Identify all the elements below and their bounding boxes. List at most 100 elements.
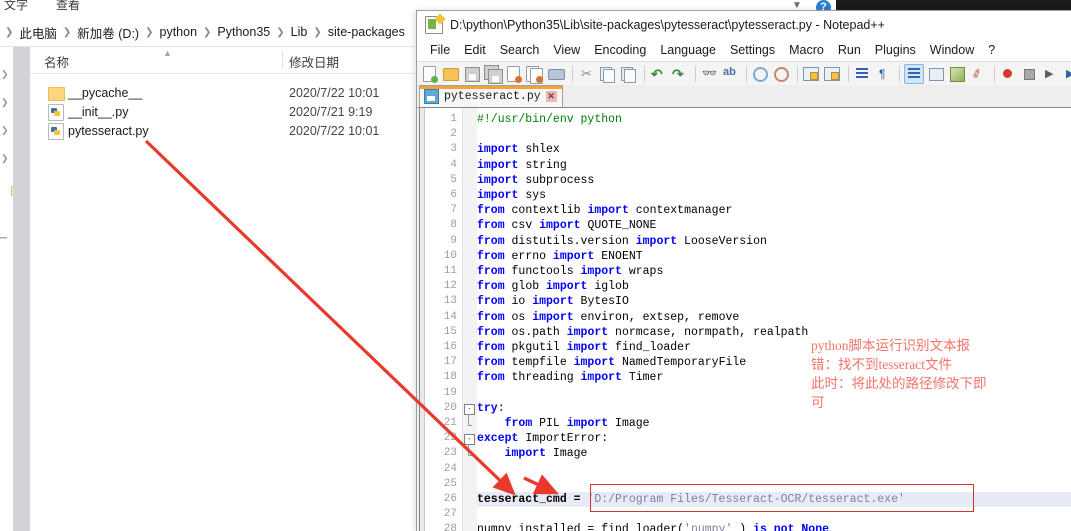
code-line[interactable]: from pkgutil import find_loader	[477, 340, 691, 355]
copy-icon[interactable]	[598, 65, 616, 83]
menu-window[interactable]: Window	[923, 42, 981, 58]
show-all-chars-icon[interactable]: ¶	[874, 65, 892, 83]
save-icon[interactable]	[463, 65, 481, 83]
table-row[interactable]: pytesseract.py 2020/7/22 10:01	[30, 121, 415, 140]
close-all-icon[interactable]	[526, 65, 544, 84]
save-all-icon[interactable]	[484, 65, 503, 84]
print-icon[interactable]	[547, 65, 565, 83]
title-bar[interactable]: D:\python\Python35\Lib\site-packages\pyt…	[417, 11, 1071, 39]
code-line[interactable]: numpy_installed = find_loader('numpy' ) …	[477, 522, 829, 531]
menu-bar[interactable]: File Edit Search View Encoding Language …	[417, 39, 1071, 61]
breadcrumb-python35[interactable]: Python35	[216, 25, 271, 39]
menu-encoding[interactable]: Encoding	[587, 42, 653, 58]
code-line[interactable]: from csv import QUOTE_NONE	[477, 218, 656, 233]
indent-guide-icon[interactable]	[904, 64, 924, 84]
new-file-icon[interactable]	[421, 65, 439, 83]
notepad-plus-plus-window[interactable]: D:\python\Python35\Lib\site-packages\pyt…	[416, 10, 1071, 531]
menu-help[interactable]: ?	[981, 42, 1002, 58]
cut-icon[interactable]: ✂	[577, 65, 595, 83]
code-line[interactable]: import subprocess	[477, 173, 594, 188]
column-header-name[interactable]: 名称	[44, 52, 69, 71]
ribbon-tab-view[interactable]: 查看	[56, 0, 80, 13]
table-row[interactable]: __init__.py 2020/7/21 9:19	[30, 102, 415, 121]
nav-expand-chevron-icon[interactable]: ❯	[1, 125, 11, 135]
close-file-icon[interactable]	[505, 65, 523, 83]
code-line[interactable]: tesseract_cmd = 'D:/Program Files/Tesser…	[477, 492, 905, 507]
ui-user-defined-dialog-icon[interactable]	[927, 65, 945, 83]
breadcrumb-lib[interactable]: Lib	[290, 25, 309, 39]
run-macro-multiple-icon[interactable]: ▶	[1062, 65, 1071, 83]
sync-horizontal-icon[interactable]	[823, 65, 841, 83]
code-line[interactable]: from io import BytesIO	[477, 294, 629, 309]
code-line[interactable]: #!/usr/bin/env python	[477, 112, 622, 127]
code-line[interactable]: from functools import wraps	[477, 264, 663, 279]
navigation-pane[interactable]: ❯ ❯ ❯ ❯ ─	[0, 47, 13, 531]
code-line[interactable]: from tempfile import NamedTemporaryFile	[477, 355, 746, 370]
stop-record-macro-icon[interactable]	[1020, 65, 1038, 83]
code-line[interactable]: from os.path import normcase, normpath, …	[477, 325, 808, 340]
code-line[interactable]: from distutils.version import LooseVersi…	[477, 234, 767, 249]
breadcrumb-site-packages[interactable]: site-packages	[327, 25, 406, 39]
file-name[interactable]: __pycache__	[68, 86, 142, 100]
code-line[interactable]: import shlex	[477, 142, 560, 157]
menu-search[interactable]: Search	[493, 42, 547, 58]
menu-plugins[interactable]: Plugins	[868, 42, 923, 58]
menu-file[interactable]: File	[423, 42, 457, 58]
code-line[interactable]: import string	[477, 158, 567, 173]
code-line[interactable]: import Image	[477, 446, 588, 461]
nav-expand-chevron-icon[interactable]: ❯	[1, 153, 11, 163]
open-file-icon[interactable]	[442, 65, 460, 83]
navigation-splitter[interactable]	[13, 47, 30, 531]
redo-icon[interactable]: ↷	[670, 65, 688, 83]
fold-collapse-icon[interactable]: -	[464, 403, 475, 415]
menu-view[interactable]: View	[546, 42, 587, 58]
code-line[interactable]: from glob import iglob	[477, 279, 629, 294]
code-line[interactable]: from errno import ENOENT	[477, 249, 643, 264]
file-name[interactable]: __init__.py	[68, 105, 128, 119]
code-line[interactable]: try:	[477, 401, 505, 416]
menu-edit[interactable]: Edit	[457, 42, 493, 58]
code-text-area[interactable]: #!/usr/bin/env python import shlex import …	[477, 108, 1071, 531]
word-wrap-icon[interactable]	[853, 65, 871, 83]
code-line[interactable]: from threading import Timer	[477, 370, 663, 385]
code-line[interactable]: import sys	[477, 188, 546, 203]
file-name[interactable]: pytesseract.py	[68, 124, 149, 138]
toolbar[interactable]: ✂ ↶ ↷ 👓 ab ¶ ✐ ▶ ▶	[417, 61, 1071, 87]
fold-collapse-icon[interactable]: -	[464, 434, 475, 446]
start-record-macro-icon[interactable]	[999, 65, 1017, 83]
nav-expand-chevron-icon[interactable]: ❯	[1, 69, 11, 79]
zoom-in-icon[interactable]	[751, 65, 769, 83]
tab-bar[interactable]: pytesseract.py ✕	[417, 85, 1071, 108]
function-list-icon[interactable]: ✐	[969, 65, 987, 83]
code-line[interactable]: except ImportError:	[477, 431, 608, 446]
code-line[interactable]: from os import environ, extsep, remove	[477, 310, 739, 325]
code-line[interactable]: from PIL import Image	[477, 416, 650, 431]
code-line[interactable]: from contextlib import contextmanager	[477, 203, 732, 218]
breadcrumb-volume-d[interactable]: 新加卷 (D:)	[76, 23, 140, 42]
address-bar[interactable]: ❯ 此电脑 ❯ 新加卷 (D:) ❯ python ❯ Python35 ❯ L…	[0, 18, 415, 47]
document-map-icon[interactable]	[948, 65, 966, 83]
paste-icon[interactable]	[619, 65, 637, 83]
replace-icon[interactable]: ab	[721, 65, 739, 83]
code-editor[interactable]: 1 2 3 4 5 6 7 8 9 10 11 12 13 14 15 16 17 18 19 20 21 22 23 24 2…	[419, 107, 1071, 531]
tab-pytesseract-py[interactable]: pytesseract.py ✕	[419, 85, 563, 107]
undo-icon[interactable]: ↶	[649, 65, 667, 83]
column-header-date[interactable]: 修改日期	[289, 52, 339, 71]
playback-macro-icon[interactable]: ▶	[1041, 65, 1059, 83]
menu-macro[interactable]: Macro	[782, 42, 831, 58]
breadcrumb-python[interactable]: python	[159, 25, 199, 39]
code-folding-margin[interactable]: --	[462, 108, 478, 531]
nav-expand-chevron-icon[interactable]: ❯	[1, 97, 11, 107]
column-divider[interactable]	[282, 51, 283, 68]
file-list[interactable]: ▲ 名称 修改日期 __pycache__ 2020/7/22 10:01 __…	[30, 47, 415, 531]
menu-run[interactable]: Run	[831, 42, 868, 58]
find-icon[interactable]: 👓	[700, 65, 718, 83]
sync-vertical-icon[interactable]	[802, 65, 820, 83]
menu-language[interactable]: Language	[653, 42, 723, 58]
zoom-out-icon[interactable]	[772, 65, 790, 83]
close-tab-icon[interactable]: ✕	[545, 91, 557, 102]
ribbon-tab-text[interactable]: 文字	[4, 0, 28, 13]
breadcrumb-this-pc[interactable]: 此电脑	[18, 23, 58, 42]
menu-settings[interactable]: Settings	[723, 42, 782, 58]
table-row[interactable]: __pycache__ 2020/7/22 10:01	[30, 83, 415, 102]
